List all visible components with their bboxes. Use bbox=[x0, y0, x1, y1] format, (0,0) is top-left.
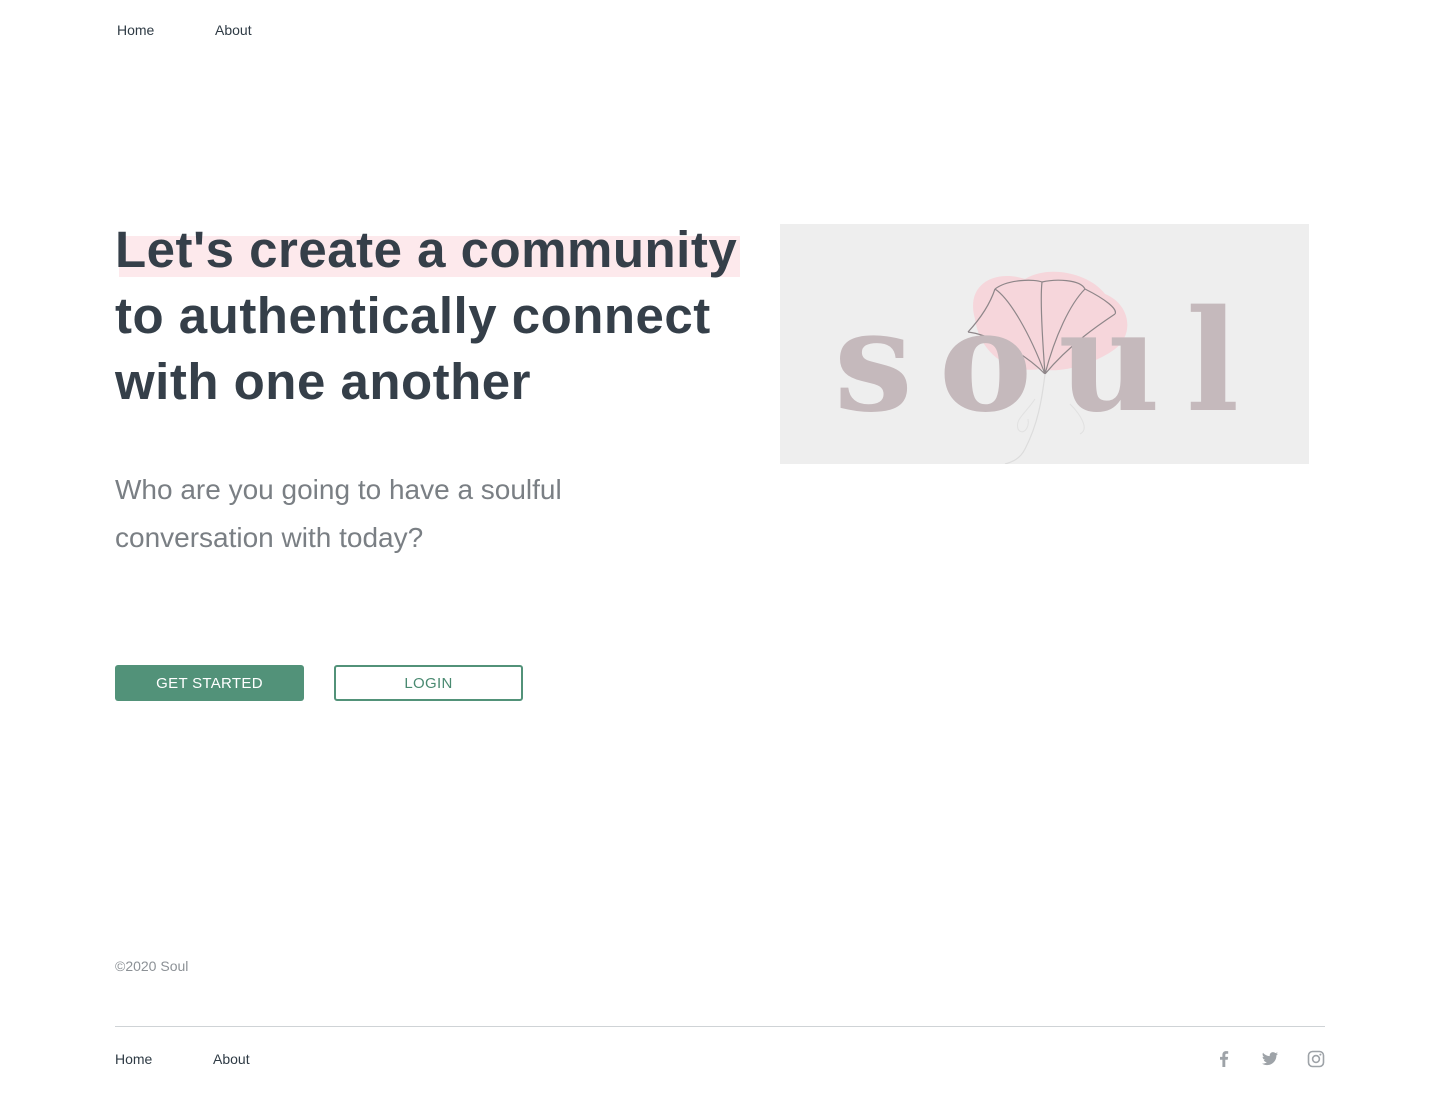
nav-home-link[interactable]: Home bbox=[117, 21, 215, 39]
get-started-button[interactable]: GET STARTED bbox=[115, 665, 304, 701]
subhead-line-1: Who are you going to have a soulful bbox=[115, 474, 562, 505]
facebook-icon[interactable] bbox=[1214, 1049, 1234, 1069]
headline-line-3: with one another bbox=[115, 353, 531, 410]
nav-about-link[interactable]: About bbox=[215, 21, 252, 39]
soul-logo-graphic: soul bbox=[834, 271, 1265, 464]
footer-home-link[interactable]: Home bbox=[115, 1050, 213, 1068]
login-button[interactable]: LOGIN bbox=[334, 665, 523, 701]
footer-divider bbox=[115, 1026, 1325, 1027]
twitter-icon[interactable] bbox=[1260, 1049, 1280, 1069]
landing-page: Home About Let's create a community to a… bbox=[0, 0, 1440, 1103]
top-nav: Home About bbox=[117, 21, 252, 39]
subhead-line-2: conversation with today? bbox=[115, 522, 424, 553]
social-links bbox=[1214, 1049, 1326, 1069]
instagram-icon[interactable] bbox=[1306, 1049, 1326, 1069]
hero-subheading: Who are you going to have a soulful conv… bbox=[115, 466, 635, 562]
soul-logo-image: soul bbox=[780, 224, 1309, 464]
headline-line-1: Let's create a community bbox=[115, 217, 741, 283]
copyright-text: ©2020 Soul bbox=[115, 958, 189, 974]
headline-line-2: to authentically connect bbox=[115, 287, 711, 344]
logo-wordmark: soul bbox=[834, 280, 1265, 444]
footer-nav: Home About bbox=[115, 1050, 250, 1068]
footer-about-link[interactable]: About bbox=[213, 1050, 250, 1068]
hero-headline: Let's create a community to authenticall… bbox=[115, 217, 741, 415]
